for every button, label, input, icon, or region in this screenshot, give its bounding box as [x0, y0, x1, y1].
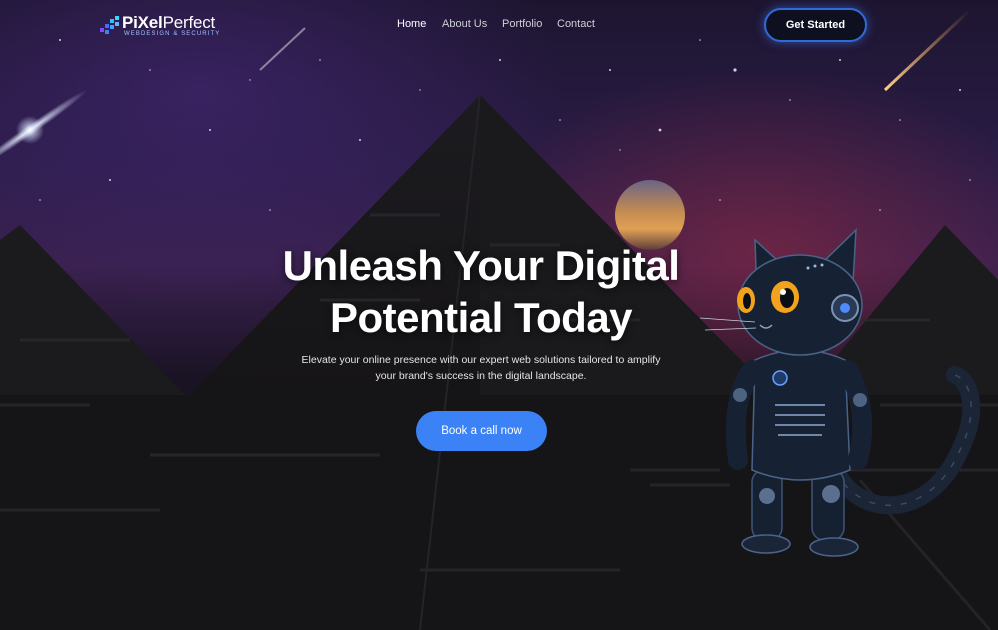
- hero-subtitle: Elevate your online presence with our ex…: [290, 352, 672, 384]
- nav-item-portfolio[interactable]: Portfolio: [502, 18, 542, 30]
- hero-subtitle-line2: your brand's success in the digital land…: [375, 370, 587, 382]
- get-started-button[interactable]: Get Started: [764, 8, 867, 42]
- logo-text: PiXelPerfect: [122, 13, 215, 33]
- site-header: PiXelPerfect WEBDESIGN & SECURITY Home A…: [0, 0, 998, 52]
- hero-background: PiXelPerfect WEBDESIGN & SECURITY Home A…: [0, 0, 998, 630]
- logo[interactable]: PiXelPerfect WEBDESIGN & SECURITY: [100, 12, 226, 42]
- hero-title-line1: Unleash Your Digital: [282, 242, 680, 289]
- hero-title: Unleash Your Digital Potential Today: [240, 240, 722, 344]
- nav-item-home[interactable]: Home: [397, 18, 426, 30]
- logo-text-part1: PiXel: [122, 13, 163, 32]
- pixel-logo-icon: [100, 16, 119, 34]
- book-call-button[interactable]: Book a call now: [416, 411, 547, 451]
- hero-title-line2: Potential Today: [329, 294, 633, 341]
- nav-item-about-us[interactable]: About Us: [442, 18, 487, 30]
- logo-tagline: WEBDESIGN & SECURITY: [124, 31, 221, 37]
- hero-subtitle-line1: Elevate your online presence with our ex…: [301, 354, 661, 366]
- logo-text-part2: Perfect: [162, 13, 216, 32]
- nav-item-contact[interactable]: Contact: [557, 18, 595, 30]
